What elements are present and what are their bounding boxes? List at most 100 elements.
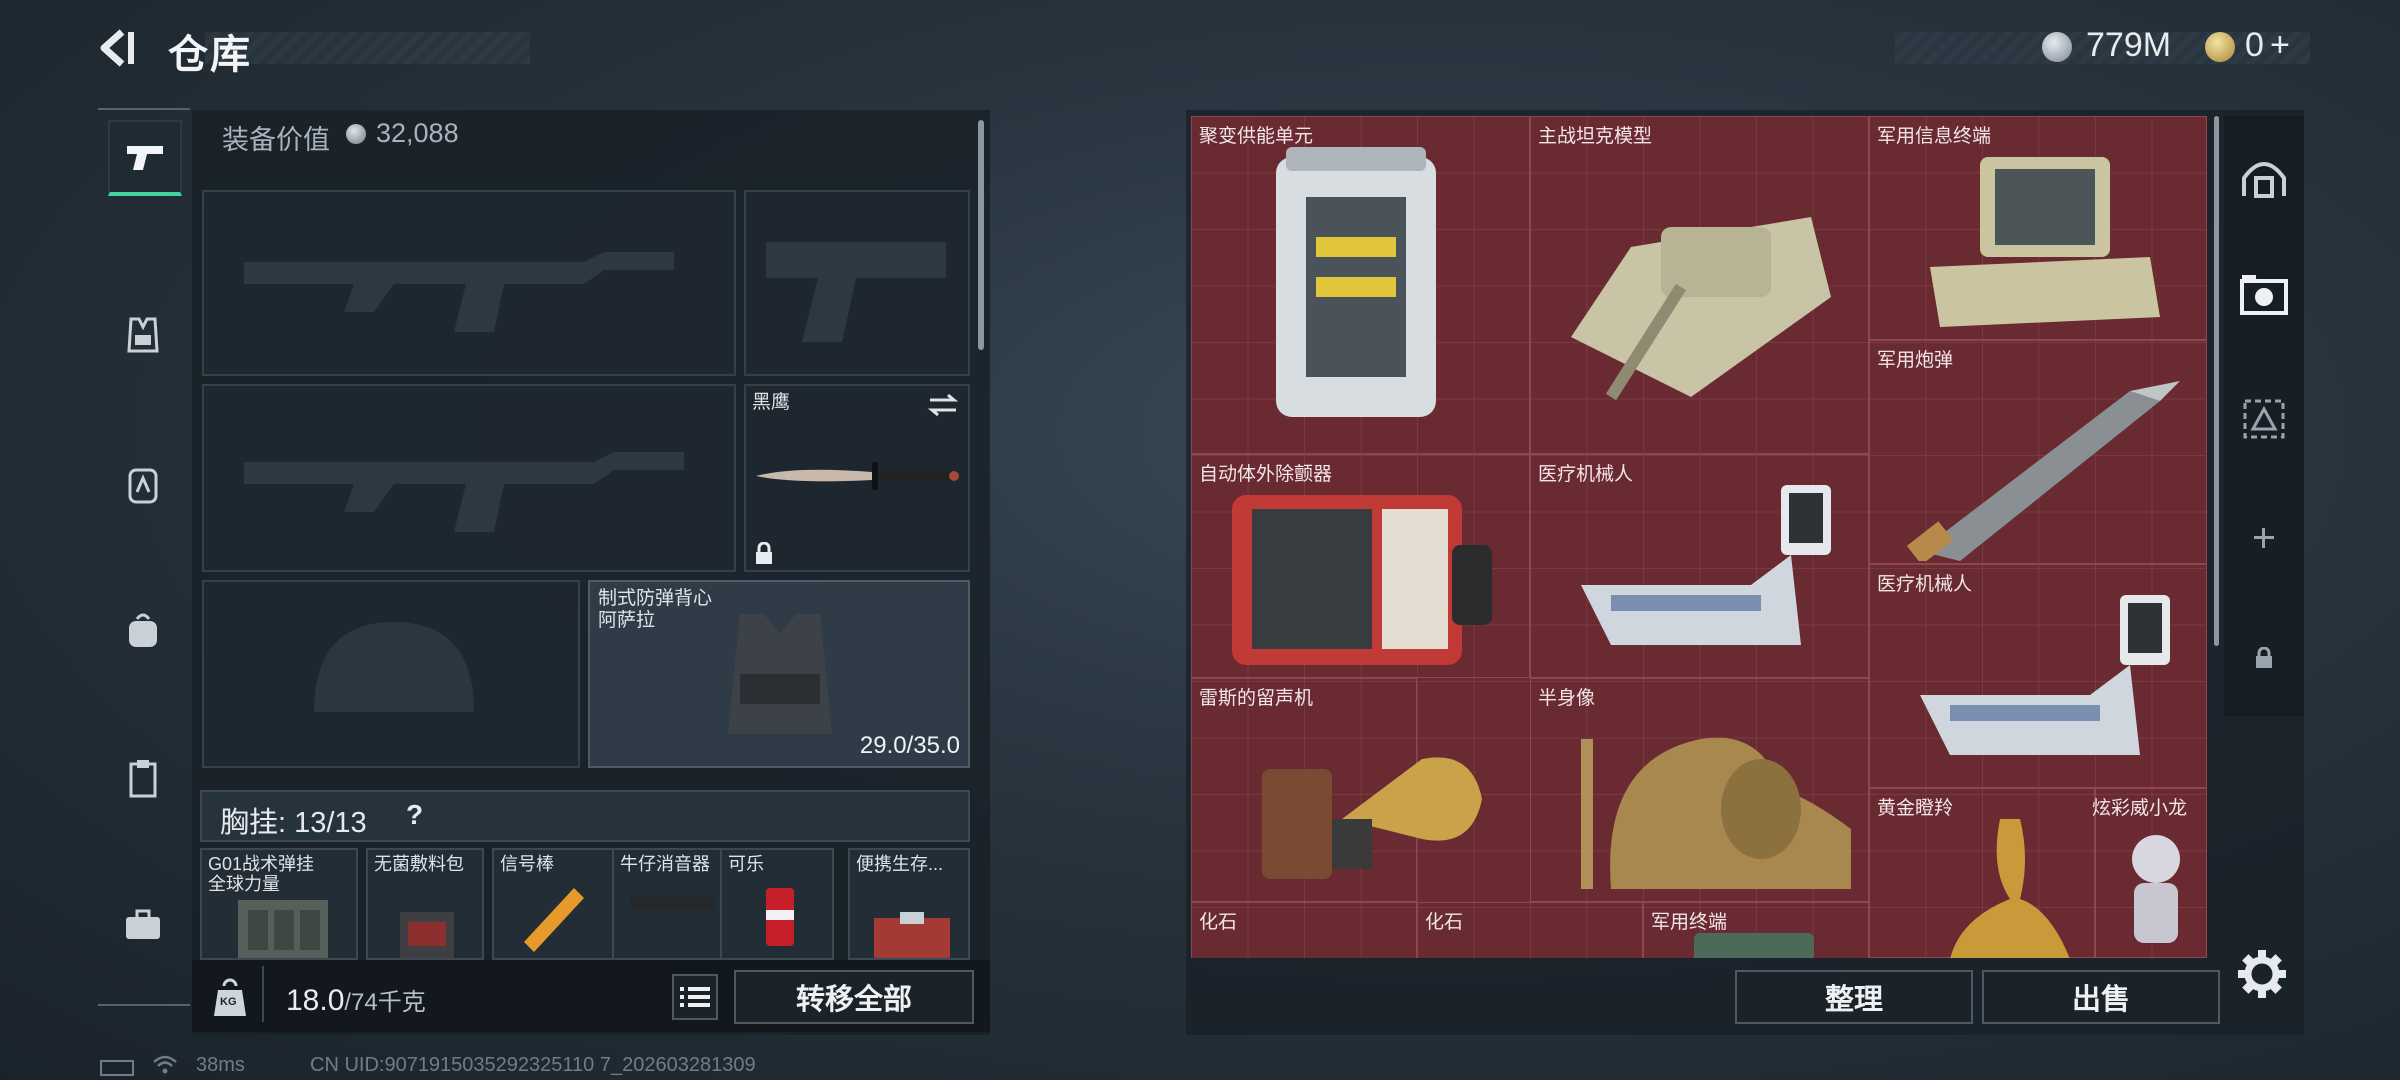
dragon-figure-icon [2132, 835, 2180, 943]
stash-tab-home[interactable] [2234, 148, 2294, 208]
carry-weight-max: /74千克 [344, 989, 426, 1016]
military-terminal-icon [1930, 157, 2160, 327]
stash-item[interactable]: 军用信息终端 [1869, 116, 2207, 340]
stash-item[interactable]: 黄金瞪羚 [1869, 788, 2095, 958]
silver-amount: 779M [2086, 26, 2172, 64]
stash-item[interactable]: 军用炮弹 [1869, 340, 2207, 564]
rig-item[interactable]: 便携生存... [848, 848, 970, 960]
stash-item[interactable]: 雷斯的留声机 [1191, 678, 1482, 902]
ping-text: 38ms [196, 1054, 245, 1076]
sell-button[interactable]: 出售 [1982, 970, 2220, 1024]
sort-button[interactable]: 整理 [1735, 970, 1973, 1024]
backpack-icon [129, 613, 157, 647]
add-stash-tab-button[interactable] [2234, 508, 2294, 568]
melee-slot[interactable]: 黑鹰 [744, 384, 970, 572]
rig-item[interactable]: 牛仔消音器 [614, 848, 722, 960]
fossil-icon [1438, 933, 1628, 958]
carry-weight: 18.0/74千克 [286, 982, 426, 1018]
stash-item[interactable]: 化石 [1191, 902, 1417, 958]
transfer-all-button[interactable]: 转移全部 [734, 970, 974, 1024]
rail-pouch-tab[interactable] [108, 744, 178, 814]
rail-weapons-tab[interactable] [108, 120, 182, 196]
rail-armor-tab[interactable] [108, 300, 178, 370]
value-coin-icon [346, 124, 366, 144]
stash-item[interactable]: 军用终端 [1643, 902, 1869, 958]
stash-tab-triangle[interactable] [2234, 388, 2294, 448]
sidearm-slot[interactable] [744, 190, 970, 376]
armor-slot[interactable]: 制式防弹背心 阿萨拉 29.0/35.0 [588, 580, 970, 768]
pistol-silhouette-icon [766, 242, 946, 342]
rail-rig-tab[interactable] [108, 450, 178, 520]
chest-help-button[interactable]: ? [406, 799, 423, 831]
medical-robot-icon [1581, 485, 1831, 645]
fusion-cell-icon [1276, 147, 1436, 417]
military-terminal-icon [1694, 933, 1814, 958]
gold-amount: 0 [2245, 26, 2264, 64]
helmet-slot[interactable] [202, 580, 580, 768]
list-icon [680, 987, 710, 1007]
artillery-shell-icon [1906, 381, 2180, 561]
plus-icon [2254, 528, 2274, 548]
stash-item[interactable]: 半身像 [1530, 678, 1869, 902]
stash-tab-filter[interactable] [2234, 266, 2294, 326]
home-shelter-icon [2242, 162, 2286, 198]
rifle-silhouette-icon [244, 252, 674, 332]
stash-item[interactable]: 聚变供能单元 [1191, 116, 1530, 454]
rail-case-tab[interactable] [108, 890, 178, 960]
tank-model-icon [1571, 217, 1831, 401]
equipment-value-label: 装备价值 [222, 125, 330, 155]
back-arrow-icon[interactable] [98, 26, 140, 70]
primary-weapon-slot[interactable] [202, 190, 736, 376]
lock-icon [756, 542, 772, 564]
title-decoration [205, 32, 530, 64]
chest-rig-label: 胸挂: 13/13 [220, 807, 367, 839]
list-view-button[interactable] [672, 974, 718, 1020]
rig-item[interactable]: G01战术弹挂 全球力量 [200, 848, 358, 960]
fossil-icon [1212, 933, 1402, 958]
rifle-silhouette-icon [244, 452, 684, 532]
settings-gear-icon[interactable] [2236, 948, 2288, 1000]
armor-vest-icon [728, 614, 832, 734]
swap-icon[interactable] [926, 392, 960, 418]
weight-unit-icon-label: KG [220, 996, 237, 1008]
stash-item-label: 自动体外除颤器 [1199, 464, 1333, 485]
rail-backpack-tab[interactable] [108, 596, 178, 666]
stash-grid[interactable]: 聚变供能单元 主战坦克模型 军用信息终端 军用炮弹 自动体外除颤器 医疗机械人 … [1191, 116, 2207, 958]
page-title: 仓库 [168, 33, 252, 77]
armor-name-line2: 阿萨拉 [598, 610, 656, 631]
weight-icon: KG [210, 976, 250, 1020]
locked-stash-tab[interactable] [2234, 628, 2294, 688]
stash-item[interactable]: 自动体外除颤器 [1191, 454, 1530, 678]
footer-divider [262, 966, 264, 1022]
rail-divider-bottom [98, 1004, 190, 1006]
suppressor-icon [630, 896, 716, 910]
stash-item[interactable]: 化石 [1417, 902, 1643, 958]
stash-item-label: 炫彩威小龙 [2092, 798, 2188, 819]
defibrillator-icon [1232, 495, 1492, 665]
add-currency-button[interactable]: + [2270, 26, 2290, 65]
briefcase-icon [126, 909, 160, 939]
stash-item[interactable]: 炫彩威小龙 [2092, 788, 2207, 958]
gold-coin-icon [2205, 32, 2235, 62]
loadout-scrollbar[interactable] [978, 120, 984, 350]
medical-robot-icon [1920, 595, 2170, 755]
uid-text: CN UID:9071915035292325110 7_20260328130… [310, 1054, 756, 1076]
rig-item[interactable]: 无菌敷料包 [366, 848, 484, 960]
stash-item[interactable]: 主战坦克模型 [1530, 116, 1869, 454]
stash-item-label: 主战坦克模型 [1538, 126, 1653, 147]
rig-item-label: 无菌敷料包 [374, 854, 464, 874]
rig-item-label: G01战术弹挂 全球力量 [208, 854, 315, 894]
rig-item[interactable]: 可乐 [722, 848, 834, 960]
stash-item[interactable]: 医疗机械人 [1869, 564, 2207, 788]
bust-statue-icon [1581, 737, 1851, 889]
secondary-weapon-slot[interactable] [202, 384, 736, 572]
stash-item-label: 化石 [1425, 912, 1464, 933]
item-filter-icon [2240, 275, 2288, 315]
carry-weight-value: 18.0 [286, 984, 345, 1017]
silver-coin-icon [2042, 32, 2072, 62]
stash-item-label: 雷斯的留声机 [1199, 688, 1314, 709]
stash-item[interactable]: 医疗机械人 [1530, 454, 1869, 678]
rig-item-label: 信号棒 [500, 854, 554, 874]
stash-scrollbar[interactable] [2214, 116, 2219, 646]
rig-item[interactable]: 信号棒 [492, 848, 614, 960]
